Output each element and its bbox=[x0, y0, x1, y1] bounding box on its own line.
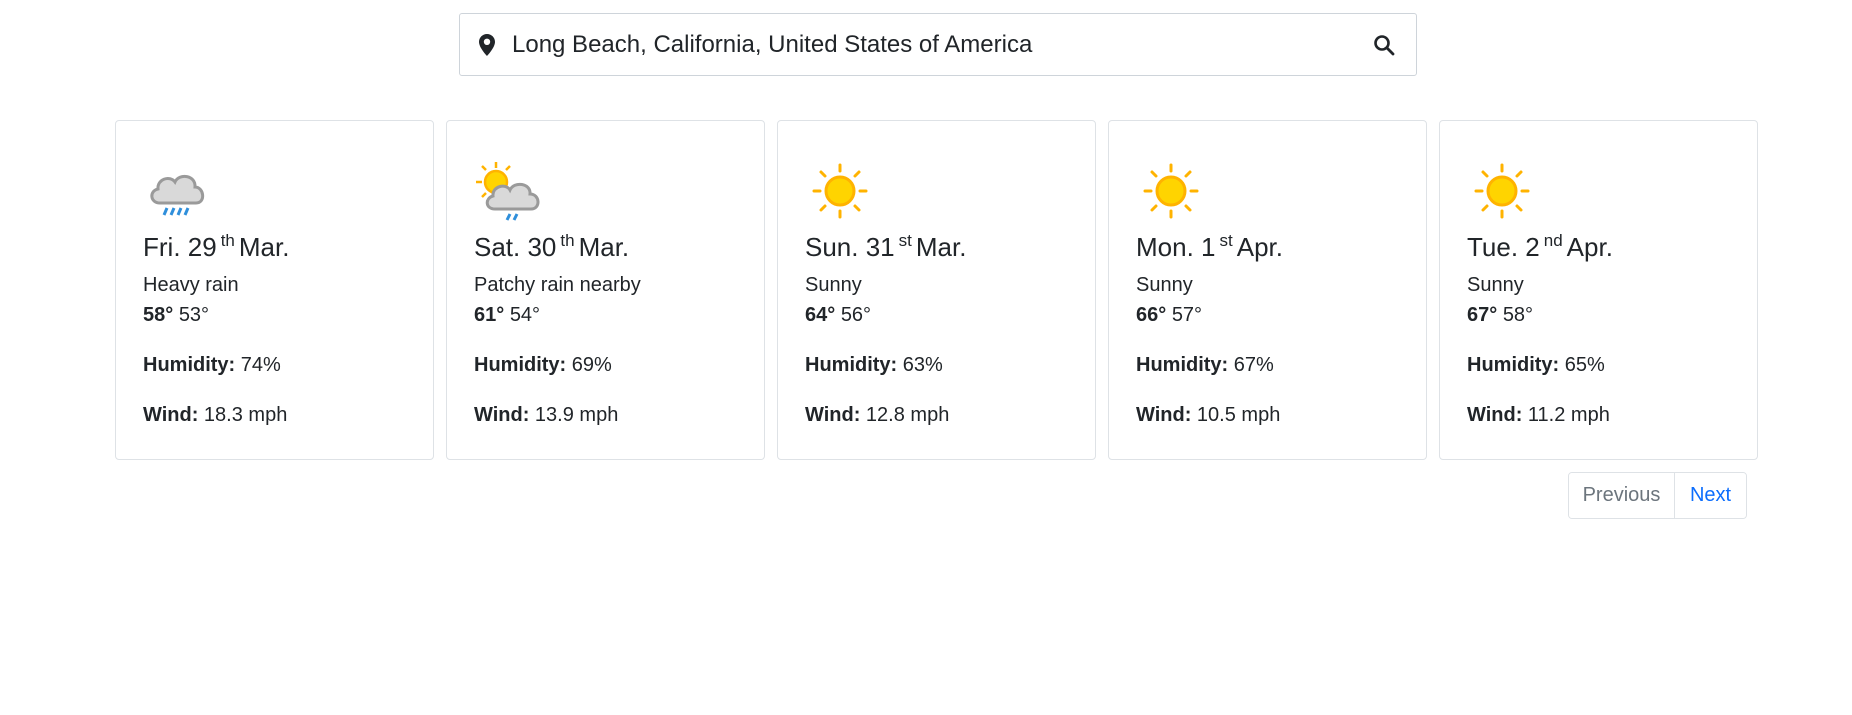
temperature-range: 66° 57° bbox=[1136, 303, 1202, 327]
forecast-card: Sun. 31st Mar. Sunny 64° 56° Humidity: 63… bbox=[777, 120, 1096, 460]
sun-icon bbox=[806, 157, 874, 225]
wind-value: 12.8 mph bbox=[865, 404, 950, 426]
wind-row: Wind: 12.8 mph bbox=[805, 404, 950, 426]
wind-value: 11.2 mph bbox=[1527, 404, 1610, 426]
condition-text: Sunny bbox=[1136, 274, 1193, 296]
temperature-range: 61° 54° bbox=[474, 303, 540, 327]
next-button[interactable]: Next bbox=[1675, 473, 1746, 518]
condition-text: Heavy rain bbox=[143, 274, 239, 296]
humidity-row: Humidity: 63% bbox=[805, 354, 943, 376]
high-temp: 66° bbox=[1136, 304, 1167, 326]
location-search-input[interactable] bbox=[512, 14, 1352, 75]
forecast-date: Mon. 1st Apr. bbox=[1136, 231, 1283, 262]
sun-cloud-rain-icon bbox=[475, 157, 543, 225]
forecast-card: Tue. 2nd Apr. Sunny 67° 58° Humidity: 65%… bbox=[1439, 120, 1758, 460]
wind-value: 18.3 mph bbox=[203, 404, 288, 426]
wind-value: 13.9 mph bbox=[534, 404, 619, 426]
humidity-value: 67% bbox=[1233, 354, 1274, 376]
humidity-value: 65% bbox=[1564, 354, 1605, 376]
sun-icon bbox=[1137, 157, 1205, 225]
wind-row: Wind: 11.2 mph bbox=[1467, 404, 1610, 426]
humidity-row: Humidity: 65% bbox=[1467, 354, 1605, 376]
sun-icon bbox=[1468, 157, 1536, 225]
wind-value: 10.5 mph bbox=[1196, 404, 1281, 426]
wind-row: Wind: 10.5 mph bbox=[1136, 404, 1281, 426]
previous-button[interactable]: Previous bbox=[1569, 473, 1675, 518]
forecast-date: Sun. 31st Mar. bbox=[805, 231, 967, 262]
condition-text: Sunny bbox=[1467, 274, 1524, 296]
low-temp: 54° bbox=[509, 304, 541, 326]
humidity-row: Humidity: 67% bbox=[1136, 354, 1274, 376]
forecast-date: Fri. 29th Mar. bbox=[143, 231, 290, 262]
map-pin-icon bbox=[477, 33, 497, 57]
temperature-range: 67° 58° bbox=[1467, 303, 1533, 327]
search-button[interactable] bbox=[1352, 14, 1416, 75]
temperature-range: 58° 53° bbox=[143, 303, 209, 327]
forecast-cards: Fri. 29th Mar. Heavy rain 58° 53° Humidit… bbox=[115, 120, 1758, 460]
search-icon bbox=[1374, 34, 1395, 55]
condition-text: Sunny bbox=[805, 274, 862, 296]
high-temp: 61° bbox=[474, 304, 505, 326]
humidity-value: 69% bbox=[571, 354, 612, 376]
low-temp: 58° bbox=[1502, 304, 1534, 326]
wind-row: Wind: 13.9 mph bbox=[474, 404, 619, 426]
high-temp: 67° bbox=[1467, 304, 1498, 326]
humidity-value: 74% bbox=[240, 354, 281, 376]
high-temp: 58° bbox=[143, 304, 174, 326]
forecast-date: Sat. 30th Mar. bbox=[474, 231, 630, 262]
low-temp: 53° bbox=[178, 304, 210, 326]
condition-text: Patchy rain nearby bbox=[474, 274, 641, 296]
low-temp: 57° bbox=[1171, 304, 1203, 326]
forecast-date: Tue. 2nd Apr. bbox=[1467, 231, 1613, 262]
high-temp: 64° bbox=[805, 304, 836, 326]
low-temp: 56° bbox=[840, 304, 872, 326]
wind-row: Wind: 18.3 mph bbox=[143, 404, 288, 426]
forecast-card: Fri. 29th Mar. Heavy rain 58° 53° Humidit… bbox=[115, 120, 434, 460]
temperature-range: 64° 56° bbox=[805, 303, 871, 327]
humidity-row: Humidity: 74% bbox=[143, 354, 281, 376]
forecast-card: Sat. 30th Mar. Patchy rain nearby 61° 54°… bbox=[446, 120, 765, 460]
humidity-row: Humidity: 69% bbox=[474, 354, 612, 376]
humidity-value: 63% bbox=[902, 354, 943, 376]
location-search-bar bbox=[459, 13, 1417, 76]
rain-cloud-icon bbox=[144, 157, 212, 225]
forecast-card: Mon. 1st Apr. Sunny 66° 57° Humidity: 67%… bbox=[1108, 120, 1427, 460]
pagination: Previous Next bbox=[1568, 472, 1747, 519]
